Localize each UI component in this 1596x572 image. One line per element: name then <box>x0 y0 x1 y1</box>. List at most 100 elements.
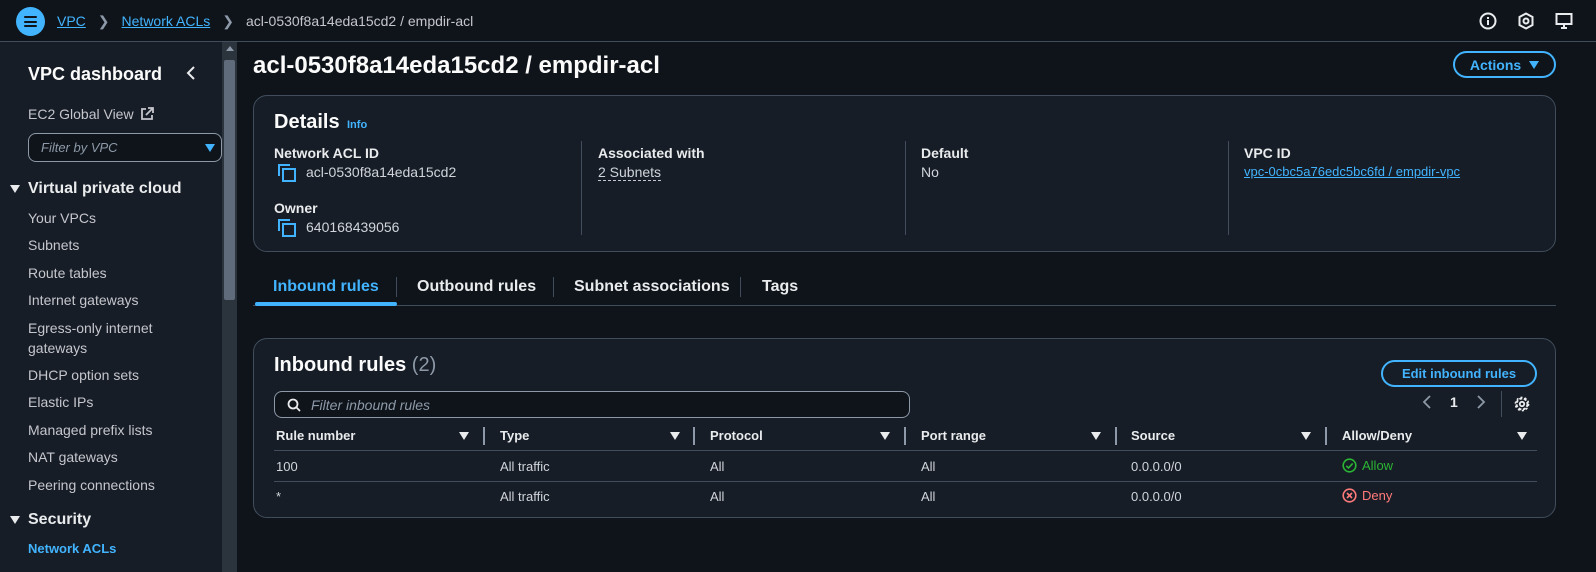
caret-down-icon <box>10 516 20 524</box>
divider <box>905 141 906 235</box>
owner-value: 640168439056 <box>278 219 400 237</box>
owner-id: 640168439056 <box>306 219 400 235</box>
vpc-id-value: vpc-0cbc5a76edc5bc6fd / empdir-vpc <box>1244 164 1460 179</box>
column-resizer[interactable] <box>1115 427 1117 445</box>
owner-label: Owner <box>274 200 318 216</box>
cell-protocol: All <box>710 489 725 504</box>
actions-button[interactable]: Actions <box>1453 51 1556 78</box>
chevron-left-icon[interactable] <box>1422 395 1432 409</box>
associated-subnets-link[interactable]: 2 Subnets <box>598 164 662 181</box>
scrollbar-thumb[interactable] <box>224 60 235 300</box>
cell-protocol: All <box>710 459 725 474</box>
caret-down-icon <box>205 144 215 152</box>
check-circle-icon <box>1342 458 1357 473</box>
x-circle-icon <box>1342 488 1357 503</box>
copy-icon[interactable] <box>278 219 296 237</box>
sidebar-item-label: Egress-only internet <box>28 320 153 336</box>
divider <box>581 141 582 235</box>
filter-inbound-rules-input[interactable]: Filter inbound rules <box>274 391 910 418</box>
active-tab-indicator <box>255 302 397 306</box>
section-security[interactable]: Security <box>10 511 91 529</box>
network-acl-id-label: Network ACL ID <box>274 145 380 161</box>
info-icon[interactable] <box>1478 11 1498 31</box>
row-divider <box>274 481 1537 482</box>
gear-icon[interactable] <box>1513 395 1531 413</box>
section-label: Virtual private cloud <box>28 180 182 197</box>
chevron-right-icon[interactable] <box>1476 395 1486 409</box>
sort-icon[interactable] <box>1091 432 1101 440</box>
default-value: No <box>921 164 939 180</box>
sidebar-item-network-acls[interactable]: Network ACLs <box>28 541 116 556</box>
pagination: 1 <box>1422 394 1486 410</box>
column-resizer[interactable] <box>1325 427 1327 445</box>
sort-icon[interactable] <box>670 432 680 440</box>
vpc-id-link[interactable]: vpc-0cbc5a76edc5bc6fd / empdir-vpc <box>1244 164 1460 179</box>
filter-by-vpc-placeholder: Filter by VPC <box>41 140 118 155</box>
column-header-port-range[interactable]: Port range <box>921 428 986 443</box>
inbound-rules-title: Inbound rules <box>274 354 407 376</box>
sidebar-item-elastic-ips[interactable]: Elastic IPs <box>28 394 93 410</box>
column-header-source[interactable]: Source <box>1131 428 1175 443</box>
cell-port-range: All <box>921 489 936 504</box>
details-heading: Details <box>274 111 340 133</box>
sort-icon[interactable] <box>880 432 890 440</box>
filter-placeholder: Filter inbound rules <box>311 396 431 413</box>
column-resizer[interactable] <box>904 427 906 445</box>
section-virtual-private-cloud[interactable]: Virtual private cloud <box>10 180 182 198</box>
security-icon[interactable] <box>1516 11 1536 31</box>
column-resizer[interactable] <box>483 427 485 445</box>
breadcrumb-network-acls[interactable]: Network ACLs <box>122 13 211 29</box>
sidebar-item-egress-only-internet-gateways[interactable]: Egress-only internet gateways <box>28 320 153 356</box>
scroll-up-arrow-icon[interactable] <box>226 46 234 51</box>
page-title: acl-0530f8a14eda15cd2 / empdir-acl <box>253 52 660 79</box>
column-header-rule-number[interactable]: Rule number <box>276 428 355 443</box>
menu-button[interactable] <box>16 7 45 36</box>
tab-subnet-associations[interactable]: Subnet associations <box>574 278 730 296</box>
tab-tags[interactable]: Tags <box>762 278 798 296</box>
sidebar-item-ec2-global-view[interactable]: EC2 Global View <box>28 106 154 122</box>
cell-rule-number: 100 <box>276 459 298 474</box>
chevron-left-icon[interactable] <box>184 64 198 82</box>
cell-type: All traffic <box>500 459 550 474</box>
status-text: Deny <box>1362 488 1393 503</box>
filter-by-vpc-select[interactable]: Filter by VPC <box>28 133 222 162</box>
tab-outbound-rules[interactable]: Outbound rules <box>417 278 536 296</box>
info-link[interactable]: Info <box>347 119 367 131</box>
sort-icon[interactable] <box>1301 432 1311 440</box>
edit-inbound-rules-button[interactable]: Edit inbound rules <box>1381 360 1537 387</box>
sidebar-item-dhcp-option-sets[interactable]: DHCP option sets <box>28 367 139 383</box>
sort-icon[interactable] <box>459 432 469 440</box>
external-link-icon <box>140 107 154 120</box>
column-header-allow-deny[interactable]: Allow/Deny <box>1342 428 1412 443</box>
sidebar-item-your-vpcs[interactable]: Your VPCs <box>28 210 96 226</box>
cell-source: 0.0.0.0/0 <box>1131 489 1182 504</box>
inbound-rules-panel: Inbound rules (2) Edit inbound rules Fil… <box>253 338 1556 518</box>
sidebar-item-subnets[interactable]: Subnets <box>28 237 79 253</box>
rules-count: (2) <box>411 354 437 376</box>
column-header-protocol[interactable]: Protocol <box>710 428 763 443</box>
sidebar-scrollbar[interactable] <box>222 42 237 572</box>
sidebar-item-managed-prefix-lists[interactable]: Managed prefix lists <box>28 422 153 438</box>
column-resizer[interactable] <box>693 427 695 445</box>
sidebar-title[interactable]: VPC dashboard <box>28 64 162 85</box>
breadcrumb-vpc[interactable]: VPC <box>57 13 86 29</box>
feedback-icon[interactable] <box>1554 11 1574 31</box>
tab-inbound-rules[interactable]: Inbound rules <box>273 278 379 296</box>
vpc-id-label: VPC ID <box>1244 145 1291 161</box>
search-icon <box>287 398 301 412</box>
cell-allow-deny: Allow <box>1342 458 1393 473</box>
sort-icon[interactable] <box>1517 432 1527 440</box>
cell-port-range: All <box>921 459 936 474</box>
sidebar: VPC dashboard EC2 Global View Filter by … <box>0 42 222 572</box>
breadcrumb: VPC ❯ Network ACLs ❯ acl-0530f8a14eda15c… <box>57 0 473 42</box>
sidebar-item-nat-gateways[interactable]: NAT gateways <box>28 449 118 465</box>
network-acl-id-value: acl-0530f8a14eda15cd2 <box>278 164 456 182</box>
sidebar-item-peering-connections[interactable]: Peering connections <box>28 477 155 493</box>
copy-icon[interactable] <box>278 164 296 182</box>
sidebar-item-internet-gateways[interactable]: Internet gateways <box>28 292 139 308</box>
sidebar-item-route-tables[interactable]: Route tables <box>28 265 107 281</box>
details-panel: Details Info Network ACL ID acl-0530f8a1… <box>253 95 1556 252</box>
current-page[interactable]: 1 <box>1450 394 1458 410</box>
column-header-type[interactable]: Type <box>500 428 529 443</box>
tab-separator <box>396 277 397 297</box>
